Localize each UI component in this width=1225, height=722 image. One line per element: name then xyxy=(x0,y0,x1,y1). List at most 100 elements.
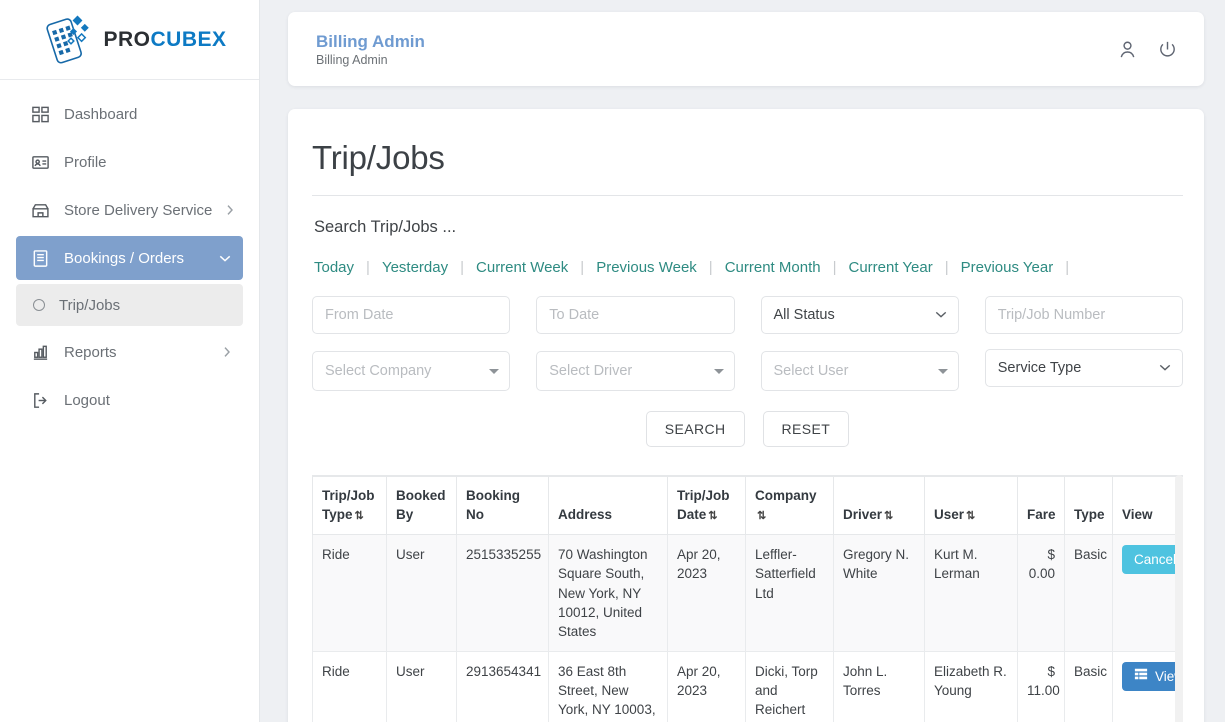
cell-booked-by: User xyxy=(386,534,457,653)
separator: | xyxy=(1065,259,1070,276)
id-card-icon xyxy=(30,152,50,172)
col-driver[interactable]: Driver ⇅ xyxy=(833,475,925,536)
sort-icon: ⇅ xyxy=(966,509,976,522)
from-date-cell xyxy=(312,296,511,334)
cell-trip-job-date: Apr 20, 2023 xyxy=(667,651,746,722)
sidebar-item-store-delivery-service[interactable]: Store Delivery Service xyxy=(16,188,243,232)
reset-button[interactable]: RESET xyxy=(762,411,850,447)
col-booked-by[interactable]: Booked By xyxy=(386,475,457,536)
sidebar-item-reports[interactable]: Reports xyxy=(16,330,243,374)
separator: | xyxy=(366,259,370,276)
table-head: Trip/Job Type ⇅ Booked By Booking No Addr… xyxy=(312,475,1183,536)
col-view[interactable]: View xyxy=(1112,475,1183,536)
sidebar-item-logout[interactable]: Logout xyxy=(16,378,243,422)
cell-type: Basic xyxy=(1064,651,1113,722)
col-label: Address xyxy=(558,506,613,522)
sort-icon: ⇅ xyxy=(757,509,767,522)
quick-filter-current-week[interactable]: Current Week xyxy=(476,259,568,276)
power-icon[interactable] xyxy=(1157,39,1178,60)
brand-logo-area[interactable]: PROCUBEX xyxy=(0,0,259,80)
status-cell: All Status xyxy=(760,296,959,334)
trip-jobs-table-wrapper: Trip/Job Type ⇅ Booked By Booking No Addr… xyxy=(312,475,1183,722)
quick-filter-previous-year[interactable]: Previous Year xyxy=(961,259,1054,276)
col-company[interactable]: Company ⇅ xyxy=(745,475,834,536)
col-trip-job-date[interactable]: Trip/Job Date ⇅ xyxy=(667,475,746,536)
driver-select-value: Select Driver xyxy=(549,363,633,379)
brand-wordmark: PROCUBEX xyxy=(103,29,226,50)
bar-chart-icon xyxy=(30,342,50,362)
cell-trip-job-date: Apr 20, 2023 xyxy=(667,534,746,653)
sidebar-item-profile[interactable]: Profile xyxy=(16,140,243,184)
quick-filter-links: Today | Yesterday | Current Week | Previ… xyxy=(314,259,1183,276)
user-icon[interactable] xyxy=(1117,39,1138,60)
sidebar-nav: Dashboard Profile Store Delivery Service… xyxy=(0,80,259,722)
search-heading: Search Trip/Jobs ... xyxy=(314,218,457,236)
col-booking-no[interactable]: Booking No xyxy=(456,475,549,536)
chevron-down-icon xyxy=(1159,360,1171,376)
cell-booked-by: User xyxy=(386,651,457,722)
quick-filter-today[interactable]: Today xyxy=(314,259,354,276)
table-vertical-scrollbar[interactable] xyxy=(1175,475,1183,722)
sidebar-subitem-label: Trip/Jobs xyxy=(59,296,121,314)
col-fare[interactable]: Fare xyxy=(1017,475,1065,536)
title-divider xyxy=(312,195,1183,196)
chevron-right-icon xyxy=(223,346,231,358)
cell-type: Basic xyxy=(1064,534,1113,653)
app-root: PROCUBEX Dashboard Profile Store Deliver… xyxy=(0,0,1225,722)
user-select-value: Select User xyxy=(773,363,849,379)
trip-jobs-card: Trip/Jobs Search Trip/Jobs ... Today | Y… xyxy=(288,109,1204,722)
col-user[interactable]: User ⇅ xyxy=(924,475,1018,536)
cell-driver: John L. Torres xyxy=(833,651,925,722)
chevron-down-icon xyxy=(219,254,231,263)
quick-filter-current-year[interactable]: Current Year xyxy=(848,259,932,276)
brand-text-cubex: CUBEX xyxy=(150,28,227,51)
to-date-cell xyxy=(536,296,735,334)
col-label: Fare xyxy=(1027,506,1056,522)
separator: | xyxy=(460,259,465,276)
cell-address: 70 Washington Square South, New York, NY… xyxy=(548,534,668,653)
company-select[interactable]: Select Company xyxy=(312,351,511,391)
search-button[interactable]: SEARCH xyxy=(645,411,745,447)
col-address[interactable]: Address xyxy=(548,475,668,536)
brand-text-pro: PRO xyxy=(103,28,151,51)
cell-driver: Gregory N. White xyxy=(833,534,925,653)
col-trip-job-type[interactable]: Trip/Job Type ⇅ xyxy=(312,475,387,536)
service-type-cell: Service Type xyxy=(984,349,1183,387)
cancel-button[interactable]: Cancel xyxy=(1122,545,1183,575)
separator: | xyxy=(580,259,585,276)
quick-filter-current-month[interactable]: Current Month xyxy=(725,259,821,276)
driver-select[interactable]: Select Driver xyxy=(536,351,735,391)
col-label: Trip/Job Type xyxy=(322,488,375,522)
trip-job-number-input[interactable] xyxy=(984,296,1183,334)
user-select[interactable]: Select User xyxy=(760,351,959,391)
table-header-row: Trip/Job Type ⇅ Booked By Booking No Addr… xyxy=(312,475,1183,536)
separator: | xyxy=(832,259,837,276)
sidebar-item-label: Logout xyxy=(64,391,110,409)
to-date-input[interactable] xyxy=(536,296,735,334)
view-button[interactable]: View xyxy=(1122,662,1183,692)
sidebar-item-label: Bookings / Orders xyxy=(64,249,185,267)
from-date-input[interactable] xyxy=(312,296,511,334)
page-subtitle-header: Billing Admin xyxy=(316,53,388,68)
quick-filter-yesterday[interactable]: Yesterday xyxy=(382,259,448,276)
sidebar-item-trip-jobs[interactable]: Trip/Jobs xyxy=(16,284,243,326)
sidebar-item-label: Dashboard xyxy=(64,105,138,123)
col-label: Driver xyxy=(843,506,883,522)
service-type-select[interactable]: Service Type xyxy=(984,349,1183,387)
col-label: Trip/Job Date xyxy=(677,488,730,522)
status-select[interactable]: All Status xyxy=(760,296,959,334)
table-row[interactable]: Ride User 2913654341 36 East 8th Street,… xyxy=(312,651,1183,722)
chevron-right-icon xyxy=(226,204,234,216)
col-type[interactable]: Type xyxy=(1064,475,1113,536)
sidebar-item-dashboard[interactable]: Dashboard xyxy=(16,92,243,136)
table-row[interactable]: Ride User 2515335255 70 Washington Squar… xyxy=(312,534,1183,653)
col-label: Booked By xyxy=(396,488,446,522)
company-select-value: Select Company xyxy=(325,363,432,379)
user-cell: Select User xyxy=(760,349,959,391)
sidebar-item-bookings-orders[interactable]: Bookings / Orders xyxy=(16,236,243,280)
separator: | xyxy=(944,259,949,276)
quick-filter-previous-week[interactable]: Previous Week xyxy=(596,259,697,276)
status-select-value: All Status xyxy=(773,307,835,323)
logout-icon xyxy=(30,390,50,410)
caret-down-icon xyxy=(489,369,500,374)
